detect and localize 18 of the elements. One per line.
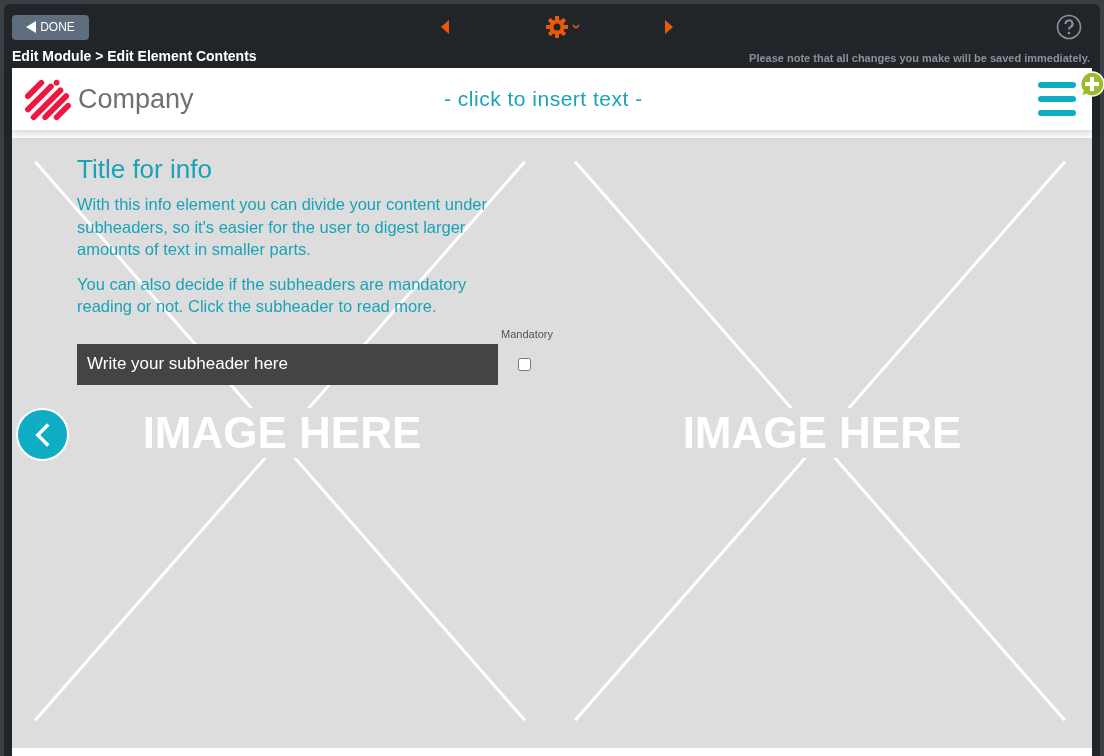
previous-arrow-icon[interactable]: [441, 20, 449, 34]
info-paragraph[interactable]: With this info element you can divide your content under subheaders, so it's easier for the user to digest larger amounts of text in smaller parts.: [77, 193, 507, 261]
insert-text-placeholder[interactable]: - click to insert text -: [444, 87, 643, 111]
help-icon[interactable]: [1056, 14, 1082, 40]
breadcrumb: Edit Module > Edit Element Contents: [12, 48, 257, 64]
mandatory-checkbox[interactable]: [518, 357, 531, 371]
save-note: Please note that all changes you make will be saved immediately.: [749, 52, 1090, 64]
back-triangle-icon: [26, 21, 37, 33]
add-comment-icon[interactable]: [1078, 70, 1104, 98]
info-title[interactable]: Title for info: [77, 154, 557, 185]
mandatory-label: Mandatory: [500, 327, 553, 340]
next-arrow-icon[interactable]: [665, 20, 673, 34]
logo-icon: [24, 77, 72, 121]
done-button[interactable]: DONE: [12, 14, 89, 40]
chevron-left-icon: [33, 421, 52, 448]
logo-text: Company: [78, 83, 194, 115]
subheader-field[interactable]: Write your subheader here: [77, 343, 498, 385]
info-paragraph[interactable]: You can also decide if the subheaders are mandatory reading or not. Click the subheader to read more.: [77, 272, 507, 318]
